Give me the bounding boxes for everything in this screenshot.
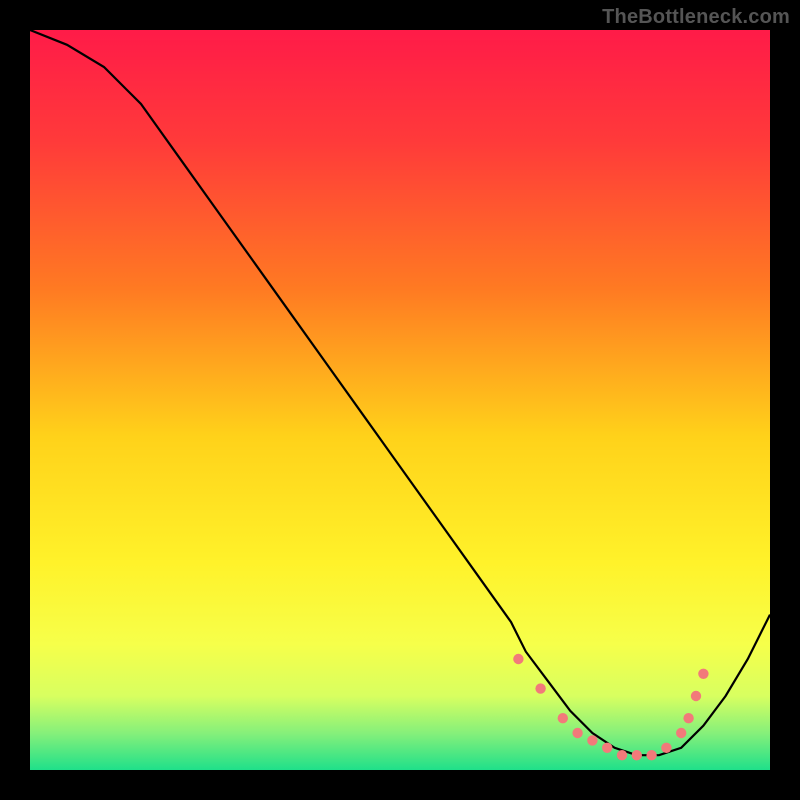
floor-dot — [535, 683, 545, 693]
floor-dot — [646, 750, 656, 760]
bottleneck-chart — [0, 0, 800, 800]
floor-dot — [683, 713, 693, 723]
floor-dot — [632, 750, 642, 760]
floor-dot — [691, 691, 701, 701]
floor-dot — [558, 713, 568, 723]
floor-dot — [513, 654, 523, 664]
floor-dot — [617, 750, 627, 760]
watermark-text: TheBottleneck.com — [602, 6, 790, 29]
floor-dot — [661, 743, 671, 753]
floor-dot — [676, 728, 686, 738]
floor-dot — [572, 728, 582, 738]
floor-dot — [698, 669, 708, 679]
chart-frame: TheBottleneck.com — [0, 0, 800, 800]
plot-background — [30, 30, 770, 770]
floor-dot — [587, 735, 597, 745]
floor-dot — [602, 743, 612, 753]
